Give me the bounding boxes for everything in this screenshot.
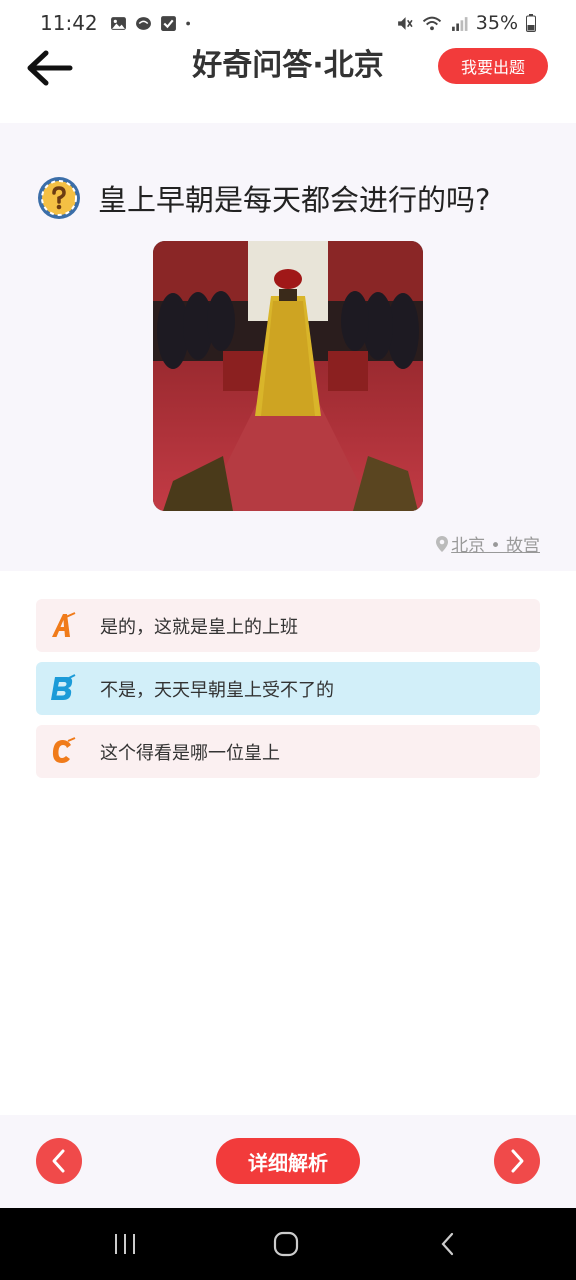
recent-apps-button[interactable] (105, 1226, 145, 1262)
chat-icon (135, 16, 151, 30)
option-c[interactable]: 这个得看是哪一位皇上 (36, 725, 540, 778)
signal-icon (451, 16, 468, 31)
bottom-action-bar: 详细解析 (0, 1115, 576, 1208)
option-a-text: 是的，这就是皇上的上班 (100, 616, 298, 638)
next-question-button[interactable] (494, 1138, 540, 1184)
checkbox-icon (160, 15, 176, 31)
mute-icon (397, 16, 413, 30)
question-mark-icon (38, 177, 80, 219)
question-text: 皇上早朝是每天都会进行的吗? (98, 183, 491, 217)
letter-a-icon (52, 611, 76, 637)
system-back-button[interactable] (428, 1226, 468, 1262)
gallery-icon (110, 16, 126, 30)
location-pin-icon (436, 535, 449, 552)
question-image (153, 241, 423, 511)
recent-apps-icon (115, 1234, 135, 1254)
option-b-text: 不是，天天早朝皇上受不了的 (100, 679, 334, 701)
question-row: 皇上早朝是每天都会进行的吗? (36, 175, 490, 221)
app-header: 好奇问答·北京 我要出题 (0, 46, 576, 122)
option-c-text: 这个得看是哪一位皇上 (100, 742, 280, 764)
android-nav-bar (0, 1208, 576, 1280)
letter-c-icon (52, 736, 76, 763)
dot-icon (185, 21, 190, 25)
back-chevron-icon (441, 1232, 454, 1256)
option-b[interactable]: 不是，天天早朝皇上受不了的 (36, 662, 540, 715)
battery-percent: 35% (475, 12, 518, 34)
location-link[interactable]: 北京 • 故宫 (435, 531, 540, 556)
chevron-right-icon (511, 1149, 524, 1173)
previous-question-button[interactable] (36, 1138, 82, 1184)
question-card: 皇上早朝是每天都会进行的吗? 北京 • 故宫 (0, 123, 576, 571)
ask-question-button[interactable]: 我要出题 (438, 48, 548, 84)
status-bar: 11:42 35% (0, 0, 576, 46)
location-label: 北京 • 故宫 (451, 536, 540, 556)
status-left: 11:42 (40, 11, 195, 35)
answer-options: 是的，这就是皇上的上班 不是，天天早朝皇上受不了的 这个得看是哪一位皇上 (36, 599, 540, 788)
home-icon (273, 1231, 299, 1257)
home-button[interactable] (266, 1226, 306, 1262)
wifi-icon (422, 16, 441, 30)
detail-analysis-button[interactable]: 详细解析 (216, 1138, 360, 1184)
status-right: 35% (396, 12, 536, 34)
battery-icon (526, 14, 536, 32)
letter-b-icon (51, 673, 76, 700)
option-a[interactable]: 是的，这就是皇上的上班 (36, 599, 540, 652)
status-time: 11:42 (40, 11, 98, 35)
chevron-left-icon (52, 1149, 65, 1173)
